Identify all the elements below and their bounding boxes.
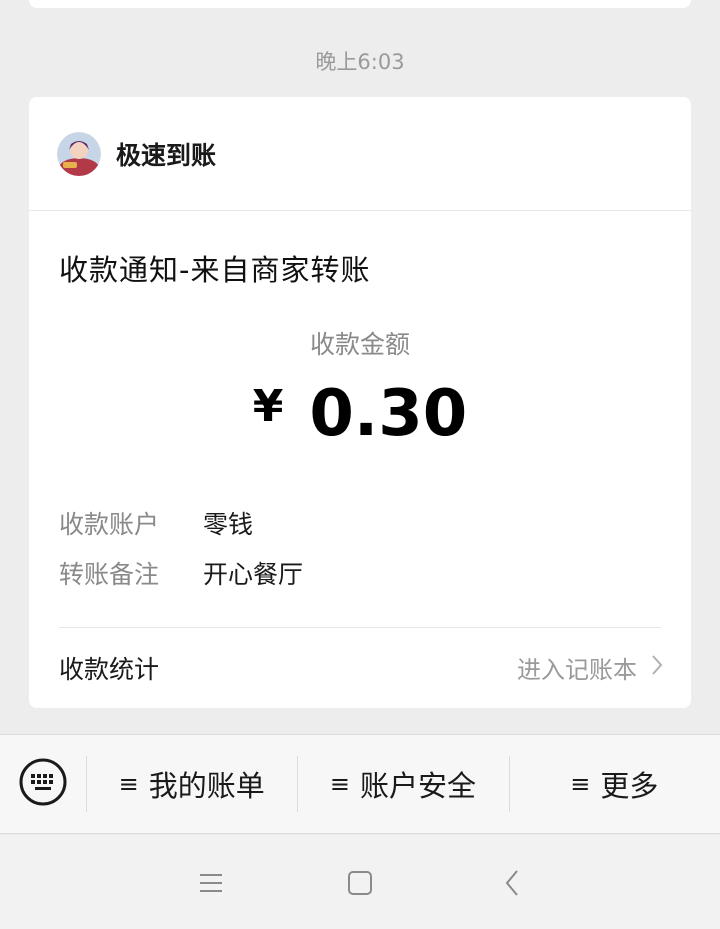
avatar xyxy=(57,131,101,176)
chevron-right-icon xyxy=(651,654,663,682)
open-ledger-link[interactable]: 进入记账本 xyxy=(517,650,663,685)
stats-label: 收款统计 xyxy=(59,654,160,684)
bottom-menu-bar: ≡ 我的账单 ≡ 账户安全 ≡ 更多 xyxy=(0,734,720,834)
payment-notice-card[interactable]: 极速到账 收款通知-来自商家转账 收款金额 ¥0.30 收款账户 零钱 转账备注… xyxy=(29,97,691,708)
currency-symbol: ¥ xyxy=(252,381,284,432)
menu-bars-icon: ≡ xyxy=(570,770,591,798)
info-value: 开心餐厅 xyxy=(203,560,304,589)
info-row-account: 收款账户 零钱 xyxy=(59,505,253,541)
menu-item-account-security[interactable]: ≡ 账户安全 xyxy=(297,734,508,834)
sender-name: 极速到账 xyxy=(116,140,217,170)
info-key: 转账备注 xyxy=(59,560,160,589)
menu-item-label: 更多 xyxy=(600,769,659,803)
info-value: 零钱 xyxy=(203,510,254,539)
message-timestamp: 晚上6:03 xyxy=(315,50,405,74)
open-ledger-label: 进入记账本 xyxy=(517,656,637,684)
info-key: 收款账户 xyxy=(59,510,160,539)
menu-icon[interactable] xyxy=(191,865,231,901)
menu-item-my-bills[interactable]: ≡ 我的账单 xyxy=(86,734,297,834)
keyboard-toggle-button[interactable] xyxy=(0,734,86,834)
system-nav-bar xyxy=(0,835,720,929)
amount-number: 0.30 xyxy=(309,377,468,451)
keyboard-icon xyxy=(18,757,68,811)
card-header: 极速到账 xyxy=(29,97,691,211)
stats-row[interactable]: 收款统计 进入记账本 xyxy=(59,627,663,708)
menu-item-label: 账户安全 xyxy=(360,769,477,803)
amount-label: 收款金额 xyxy=(309,330,410,359)
menu-item-more[interactable]: ≡ 更多 xyxy=(508,734,720,834)
notice-title: 收款通知-来自商家转账 xyxy=(59,253,371,287)
previous-message-card xyxy=(29,0,691,8)
back-icon[interactable] xyxy=(492,865,532,901)
amount-value: ¥0.30 xyxy=(29,377,691,451)
menu-bars-icon: ≡ xyxy=(329,770,351,798)
home-icon[interactable] xyxy=(340,865,380,901)
menu-bars-icon: ≡ xyxy=(118,770,139,798)
info-row-remark: 转账备注 开心餐厅 xyxy=(59,555,303,591)
menu-item-label: 我的账单 xyxy=(148,769,265,803)
